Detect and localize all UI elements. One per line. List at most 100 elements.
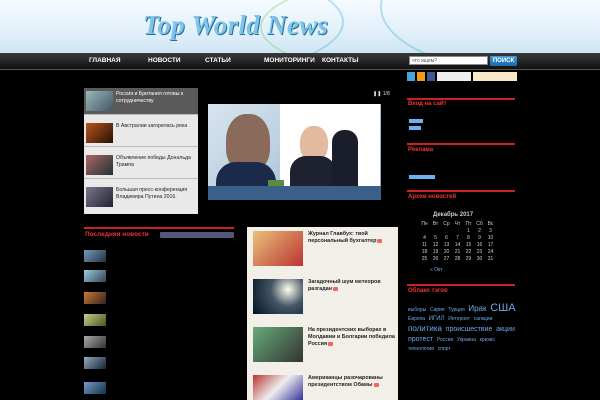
yandex-add-icon[interactable] [473, 72, 517, 81]
all-news-link[interactable] [160, 232, 234, 238]
tag-link[interactable]: политика [408, 324, 442, 333]
tag-link[interactable]: санкции [474, 316, 493, 322]
calendar-day: 4 [423, 234, 426, 241]
tag-link[interactable]: ИГИЛ [429, 316, 445, 322]
calendar-day [419, 227, 430, 234]
nav-item-home[interactable]: ГЛАВНАЯ [89, 57, 121, 64]
slider-item[interactable]: Объявление победы Дональда Трампа [84, 152, 198, 179]
tag-link[interactable]: США [490, 302, 515, 314]
latest-news-item[interactable] [84, 336, 240, 351]
tag-link[interactable]: Турция [448, 307, 464, 313]
latest-news-item[interactable] [84, 357, 240, 372]
calendar-day [452, 227, 463, 234]
tag-link[interactable]: спорт [438, 346, 451, 352]
slider-photo[interactable] [208, 104, 381, 200]
tag-link[interactable]: акции [496, 326, 515, 333]
calendar-day [441, 227, 452, 234]
tag-link[interactable]: технологии [408, 346, 434, 352]
rss-icon[interactable] [417, 72, 425, 81]
tag-link[interactable]: протест [408, 336, 433, 343]
tag-link[interactable]: Россия [437, 337, 453, 343]
tag-link[interactable]: Сирия [430, 307, 445, 313]
slider-thumb [86, 91, 113, 111]
search-input[interactable]: что ищем? [409, 56, 488, 65]
latest-news-thumb [84, 314, 106, 326]
latest-news-thumb [84, 357, 106, 369]
calendar-day: 30 [476, 255, 483, 262]
latest-news-item[interactable] [84, 250, 240, 265]
news-title: На президентских выборах в Молдавии и Бо… [308, 327, 395, 347]
latest-news-thumb [84, 270, 106, 282]
site-title[interactable]: Top World News [143, 10, 328, 41]
slider-counter: 1/8 [382, 91, 390, 97]
facebook-icon[interactable] [427, 72, 435, 81]
news-card[interactable]: Журнал Главбух: твой персональный бухгал… [253, 231, 396, 271]
latest-news-item[interactable] [84, 292, 240, 307]
latest-news-item[interactable] [84, 314, 240, 329]
login-heading: Вход на сайт [408, 101, 447, 107]
register-link[interactable] [409, 119, 423, 123]
section-divider [407, 98, 515, 100]
calendar-title: Декабрь 2017 [433, 212, 474, 218]
calendar-day: 17 [487, 241, 494, 248]
slider-list: Россия и Британия готовы к сотрудничеств… [84, 88, 198, 214]
calendar-day: 11 [421, 241, 428, 248]
news-thumb [253, 279, 303, 314]
tags-heading: Облако тэгов [408, 288, 448, 294]
calendar-weekday: Вс [487, 220, 494, 227]
header-banner: Top World News [0, 0, 600, 53]
slider-thumb [86, 123, 113, 143]
nav-item-articles[interactable]: СТАТЬИ [205, 57, 231, 64]
ad-link[interactable] [409, 175, 435, 179]
calendar-day: 23 [476, 248, 483, 255]
tag-link[interactable]: Европа [408, 316, 425, 322]
latest-news-item[interactable] [84, 270, 240, 285]
center-news-column: Журнал Главбух: твой персональный бухгал… [247, 227, 398, 400]
tag-link[interactable]: кризис [480, 337, 495, 343]
calendar-day: 16 [476, 241, 483, 248]
archive-heading: Архив новостей [408, 194, 457, 200]
latest-news-item[interactable] [84, 382, 240, 397]
twitter-icon[interactable] [407, 72, 415, 81]
tag-link[interactable]: выборы [408, 307, 426, 313]
search-button[interactable]: ПОИСК [490, 56, 517, 66]
calendar-day: 14 [454, 241, 461, 248]
calendar-day: 25 [421, 255, 428, 262]
calendar-day: 26 [432, 255, 439, 262]
tag-link[interactable]: Интернет [448, 316, 470, 322]
slider-thumb [86, 187, 113, 207]
calendar-day: 9 [478, 234, 481, 241]
tag-link[interactable]: Ирак [468, 304, 486, 313]
login-link[interactable] [409, 126, 421, 130]
slider-item-caption: Большая пресс-конференция Владимира Пути… [116, 187, 188, 200]
slider-controls[interactable]: ❚❚ 1/8 [373, 91, 390, 97]
latest-news-thumb [84, 292, 106, 304]
calendar-day: 28 [454, 255, 461, 262]
calendar-day: 21 [454, 248, 461, 255]
banner-swirl [380, 0, 600, 53]
tag-link[interactable]: Украина [457, 337, 476, 343]
calendar-weekday: Сб [476, 220, 483, 227]
nav-item-news[interactable]: НОВОСТИ [148, 57, 181, 64]
nav-item-contacts[interactable]: КОНТАКТЫ [322, 57, 358, 64]
calendar-day: 27 [443, 255, 450, 262]
calendar-day: 2 [478, 227, 481, 234]
slider-item[interactable]: Россия и Британия готовы к сотрудничеств… [84, 88, 198, 115]
news-card[interactable]: Американцы разочарованы президентством О… [253, 375, 396, 400]
slider-item[interactable]: Большая пресс-конференция Владимира Пути… [84, 184, 198, 211]
calendar-prev-link[interactable]: « Окт [430, 267, 443, 273]
section-divider [84, 227, 234, 229]
calendar-day [430, 227, 441, 234]
ads-heading: Реклама [408, 147, 434, 153]
calendar-weekday: Пт [465, 220, 472, 227]
calendar: Пн Вт Ср Чт Пт Сб Вс 1 2 3 4 5 6 7 8 9 1… [419, 220, 496, 262]
news-card[interactable]: Загадочный шум метеоров разгадан [253, 279, 396, 319]
news-card[interactable]: На президентских выборах в Молдавии и Бо… [253, 327, 396, 367]
latest-news-thumb [84, 336, 106, 348]
slider-item-caption: В Австралии загорелась река [116, 123, 188, 129]
tag-link[interactable]: происшествие [446, 326, 493, 333]
calendar-day: 20 [443, 248, 450, 255]
google-add-icon[interactable] [437, 72, 471, 81]
nav-item-monitoring[interactable]: МОНИТОРИНГИ [264, 57, 315, 64]
slider-item[interactable]: В Австралии загорелась река [84, 120, 198, 147]
